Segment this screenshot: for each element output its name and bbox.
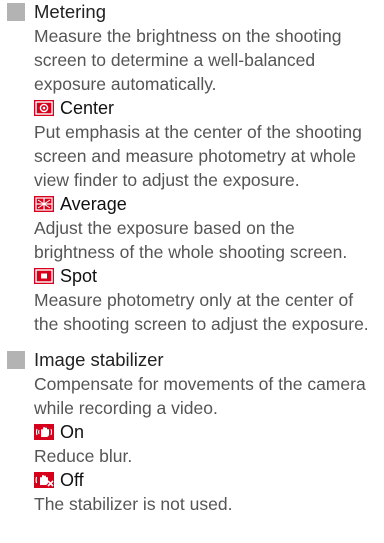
manual-page: Metering Measure the brightness on the s… xyxy=(0,0,384,543)
average-metering-icon xyxy=(34,196,54,212)
spot-metering-icon xyxy=(34,268,54,284)
metering-heading: Metering xyxy=(0,0,384,24)
option-label-average: Average xyxy=(60,194,127,214)
image-stabilizer-section: Image stabilizer Compensate for movement… xyxy=(0,348,384,516)
option-description-off: The stabilizer is not used. xyxy=(34,494,233,514)
section-bullet-icon xyxy=(7,3,25,21)
image-stabilizer-description: Compensate for movements of the camera w… xyxy=(34,374,366,418)
stabilizer-option-on: On Reduce blur. xyxy=(34,420,380,468)
stabilizer-off-icon xyxy=(34,472,54,488)
option-label-on: On xyxy=(60,422,85,442)
stabilizer-on-icon xyxy=(34,424,54,440)
metering-option-average: Average Adjust the exposure based on the… xyxy=(34,192,380,264)
metering-option-center: Center Put emphasis at the center of the… xyxy=(34,96,380,192)
metering-title: Metering xyxy=(34,1,106,22)
metering-option-spot: Spot Measure photometry only at the cent… xyxy=(34,264,380,336)
stabilizer-option-off: Off The stabilizer is not used. xyxy=(34,468,380,516)
option-description-spot: Measure photometry only at the center of… xyxy=(34,290,369,334)
image-stabilizer-heading: Image stabilizer xyxy=(0,348,384,372)
option-label-off: Off xyxy=(60,470,84,490)
option-description-on: Reduce blur. xyxy=(34,446,133,466)
option-description-center: Put emphasis at the center of the shooti… xyxy=(34,122,362,190)
center-metering-icon xyxy=(34,100,54,116)
section-bullet-icon xyxy=(7,351,25,369)
metering-section: Metering Measure the brightness on the s… xyxy=(0,0,384,336)
image-stabilizer-title: Image stabilizer xyxy=(34,349,164,370)
option-label-spot: Spot xyxy=(60,266,98,286)
option-description-average: Adjust the exposure based on the brightn… xyxy=(34,218,348,262)
option-label-center: Center xyxy=(60,98,115,118)
metering-description: Measure the brightness on the shooting s… xyxy=(34,26,342,94)
